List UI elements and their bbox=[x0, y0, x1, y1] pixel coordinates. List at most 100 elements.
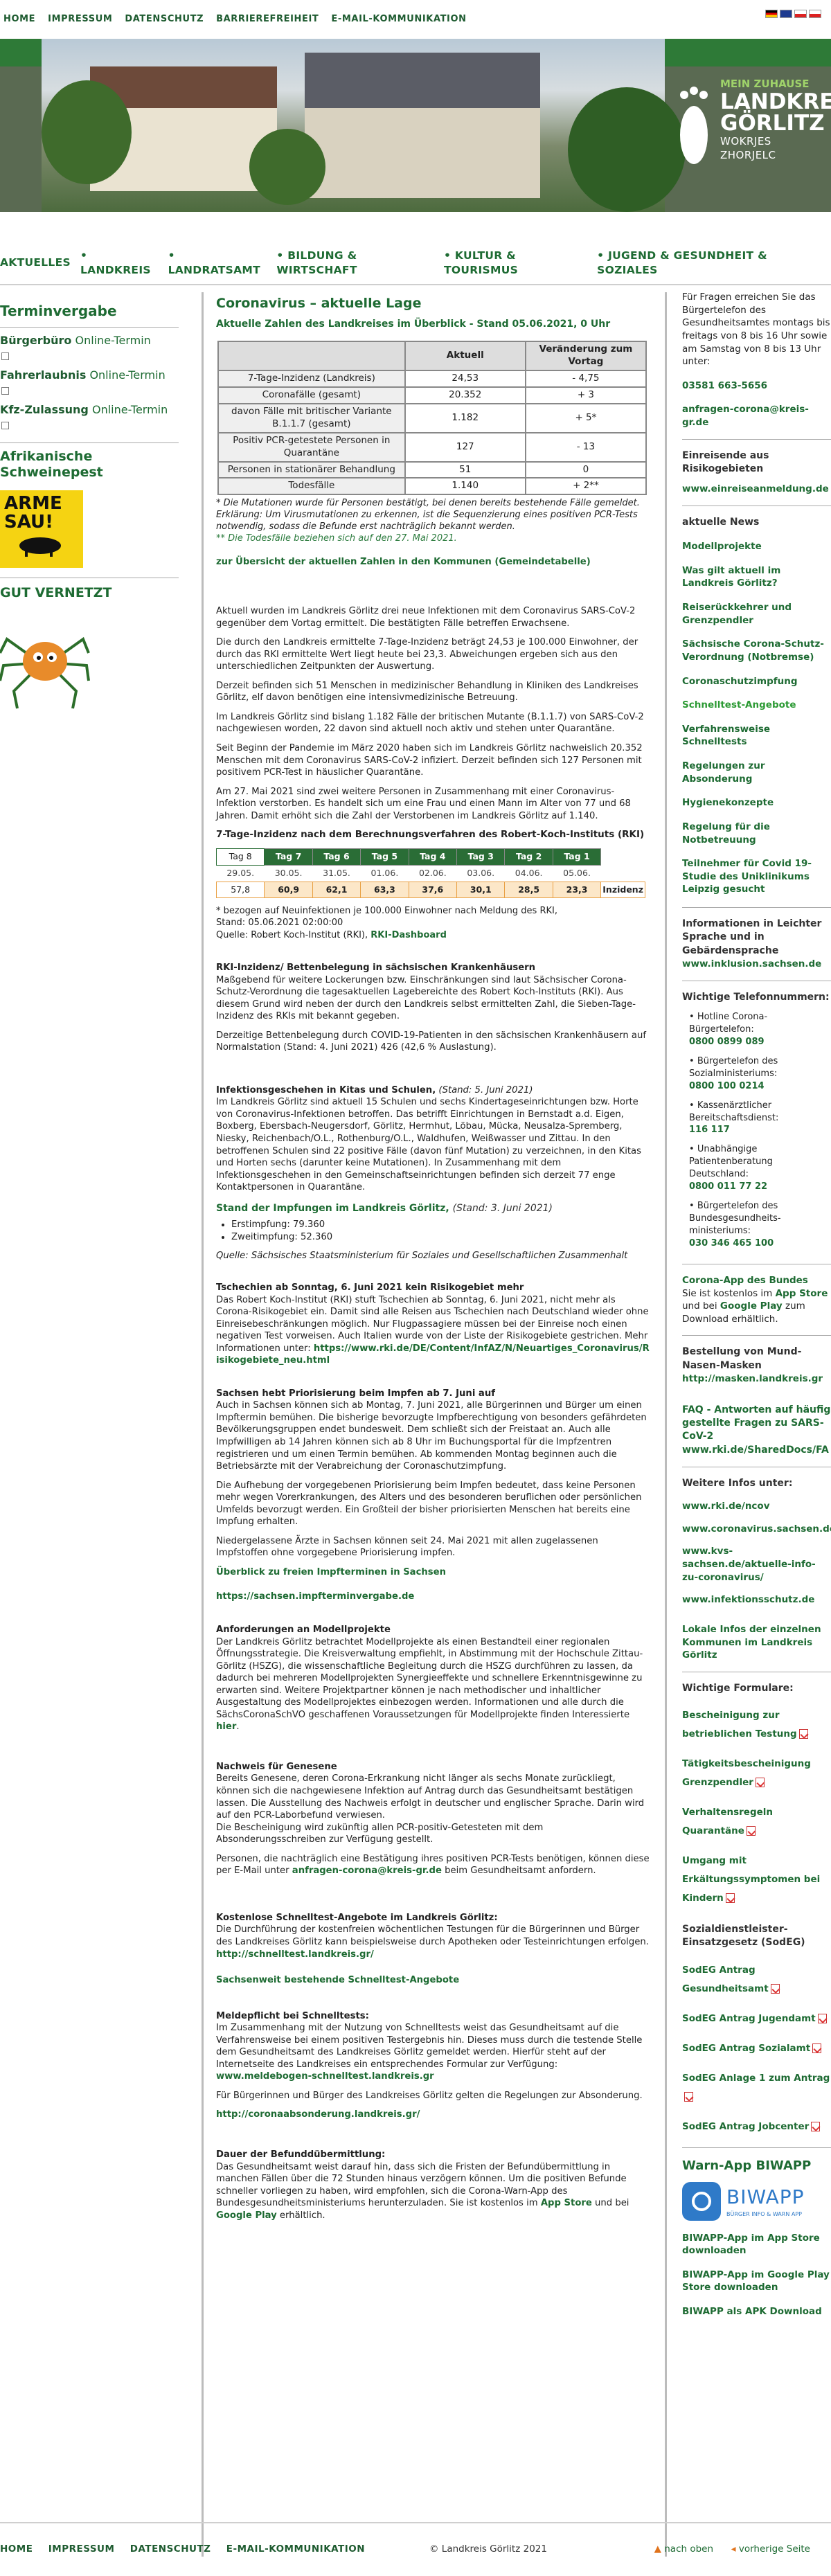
terminvergabe-title: Terminvergabe bbox=[0, 303, 117, 319]
nav-aktuelles[interactable]: AKTUELLES bbox=[0, 256, 71, 270]
corona-email-link[interactable]: anfragen-corona@kreis-gr.de bbox=[682, 403, 831, 429]
top-link-home[interactable]: HOME bbox=[3, 13, 35, 26]
top-link-datenschutz[interactable]: DATENSCHUTZ bbox=[125, 13, 204, 26]
meldebogen-link[interactable]: www.meldebogen-schnelltest.landkreis.gr bbox=[216, 2070, 651, 2083]
form-link[interactable]: SodEG Antrag Jobcenter bbox=[682, 2118, 831, 2136]
external-link-icon bbox=[1, 421, 9, 429]
sodeg-heading: Sozialdienstleister-Einsatzgesetz (SodEG… bbox=[682, 1924, 805, 1949]
top-link-email[interactable]: E-MAIL-KOMMUNIKATION bbox=[331, 13, 466, 26]
form-link[interactable]: SodEG Antrag Gesundheitsamt bbox=[682, 1961, 831, 1998]
news-item-active[interactable]: Schnelltest-Angebote bbox=[682, 699, 831, 712]
news-item[interactable]: Hygienekonzepte bbox=[682, 796, 831, 810]
absonderung-link[interactable]: http://coronaabsonderung.landkreis.gr/ bbox=[216, 2109, 651, 2121]
news-item[interactable]: Modellprojekte bbox=[682, 540, 831, 553]
top-link-impressum[interactable]: IMPRESSUM bbox=[48, 13, 112, 26]
impftermine-link[interactable]: Überblick zu freien Impfterminen in Sach… bbox=[216, 1566, 651, 1579]
text-paragraph: Aktuell wurden im Landkreis Görlitz drei… bbox=[216, 606, 636, 629]
nav-landkreis[interactable]: • LANDKREIS bbox=[80, 249, 159, 278]
corona-email-link[interactable]: anfragen-corona@kreis-gr.de bbox=[292, 1866, 442, 1876]
inklusion-link[interactable]: www.inklusion.sachsen.de bbox=[682, 958, 831, 971]
footer: HOME IMPRESSUM DATENSCHUTZ E-MAIL-KOMMUN… bbox=[0, 2522, 831, 2564]
news-item[interactable]: Regelungen zur Absonderung bbox=[682, 760, 831, 785]
modellprojekte-hier-link[interactable]: hier bbox=[216, 1721, 236, 1732]
footer-link-home[interactable]: HOME bbox=[0, 2543, 33, 2555]
biwapp-link[interactable]: BIWAPP-App im App Store downloaden bbox=[682, 2232, 831, 2257]
text-paragraph: Seit Beginn der Pandemie im März 2020 ha… bbox=[216, 743, 643, 778]
faq-link[interactable]: FAQ - Antworten auf häufig gestellte Fra… bbox=[682, 1404, 831, 1457]
footer-link-impressum[interactable]: IMPRESSUM bbox=[48, 2543, 115, 2555]
back-to-top-link[interactable]: ▲ nach oben bbox=[654, 2543, 713, 2555]
biwapp-logo[interactable]: BIWAPP BÜRGER INFO & WARN APP bbox=[682, 2181, 831, 2221]
gemeindetabelle-link[interactable]: zur Übersicht der aktuellen Zahlen in de… bbox=[216, 556, 651, 569]
arme-sau-image[interactable]: ARME SAU! bbox=[0, 490, 83, 568]
text-paragraph: Im Landkreis Görlitz sind aktuell 15 Sch… bbox=[216, 1097, 641, 1193]
info-link[interactable]: www.rki.de/ncov bbox=[682, 1500, 831, 1513]
warn-app-heading: Warn-App BIWAPP bbox=[682, 2158, 812, 2173]
app-store-link[interactable]: App Store bbox=[541, 2198, 592, 2208]
flag-pl-icon[interactable] bbox=[794, 10, 807, 18]
nav-bildung[interactable]: • BILDUNG & WIRTSCHAFT bbox=[276, 249, 434, 278]
news-item[interactable]: Verfahrensweise Schnelltests bbox=[682, 723, 831, 749]
app-store-link[interactable]: App Store bbox=[776, 1288, 828, 1299]
news-item[interactable]: Reiserückkehrer und Grenzpendler bbox=[682, 601, 831, 627]
news-item[interactable]: Regelung für die Notbetreuung bbox=[682, 821, 831, 846]
form-link[interactable]: Tätigkeitsbescheinigung Grenzpendler bbox=[682, 1755, 831, 1792]
form-link[interactable]: Bescheinigung zur betrieblichen Testung bbox=[682, 1706, 831, 1744]
column-divider bbox=[202, 292, 204, 2557]
masks-link[interactable]: http://masken.landkreis.gr bbox=[682, 1372, 831, 1386]
flag-cz-icon[interactable] bbox=[809, 10, 821, 18]
phone-entry: • Bürgertelefon des Sozialministeriums: 0… bbox=[689, 1055, 778, 1091]
google-play-link[interactable]: Google Play bbox=[216, 2210, 277, 2221]
schnelltest-url[interactable]: http://schnelltest.landkreis.gr/ bbox=[216, 1949, 651, 1961]
table-row: davon Fälle mit britischer Variante B.1.… bbox=[217, 402, 647, 433]
phone-entry: • Kassenärztlicher Bereitschaftsdienst: 1… bbox=[689, 1100, 779, 1136]
info-link[interactable]: www.infektionsschutz.de bbox=[682, 1593, 831, 1607]
previous-page-link[interactable]: ◂ vorherige Seite bbox=[731, 2543, 810, 2555]
impfterminvergabe-url[interactable]: https://sachsen.impfterminvergabe.de bbox=[216, 1591, 651, 1603]
rki-dashboard-link[interactable]: RKI-Dashboard bbox=[370, 930, 447, 940]
section-heading: Stand der Impfungen im Landkreis Görlitz… bbox=[216, 1202, 449, 1214]
einreise-link[interactable]: www.einreiseanmeldung.de bbox=[682, 483, 831, 496]
buergerbuero-link[interactable]: Bürgerbüro Online-Termin bbox=[0, 333, 179, 364]
rki-incidence-table: Tag 8 Tag 7 Tag 6 Tag 5 Tag 4 Tag 3 Tag 2 Tag 1… bbox=[215, 848, 645, 899]
form-link[interactable]: Umgang mit Erkältungssymptomen bei Kinde… bbox=[682, 1852, 831, 1908]
weitere-infos-heading: Weitere Infos unter: bbox=[682, 1477, 793, 1489]
news-item[interactable]: Was gilt aktuell im Landkreis Görlitz? bbox=[682, 564, 831, 590]
news-item[interactable]: Sächsische Corona-Schutz-Verordnung (Not… bbox=[682, 638, 831, 663]
news-item[interactable]: Coronaschutzimpfung bbox=[682, 675, 831, 688]
table-row: Todesfälle 1.140 + 2** bbox=[217, 477, 647, 496]
fahrerlaubnis-link[interactable]: Fahrerlaubnis Online-Termin bbox=[0, 368, 179, 398]
info-link[interactable]: www.kvs-sachsen.de/aktuelle-info-zu-coro… bbox=[682, 1545, 831, 1584]
kfz-link[interactable]: Kfz-Zulassung Online-Termin bbox=[0, 402, 179, 433]
list-item: Erstimpfung: 79.360 bbox=[231, 1219, 651, 1231]
flag-de-icon[interactable] bbox=[765, 10, 778, 18]
news-item[interactable]: Teilnehmer für Covid 19-Studie des Unikl… bbox=[682, 857, 831, 896]
biwapp-link[interactable]: BIWAPP als APK Download bbox=[682, 2305, 831, 2318]
hotline-number[interactable]: 03581 663-5656 bbox=[682, 379, 831, 393]
biwapp-link[interactable]: BIWAPP-App im Google Play Store download… bbox=[682, 2269, 831, 2294]
nav-jugend[interactable]: • JUGEND & GESUNDHEIT & SOZIALES bbox=[597, 249, 821, 278]
top-link-barrierefreiheit[interactable]: BARRIEREFREIHEIT bbox=[216, 13, 319, 26]
footer-link-email[interactable]: E-MAIL-KOMMUNIKATION bbox=[226, 2543, 365, 2555]
table-footnote: * Die Mutationen wurde für Personen best… bbox=[216, 498, 640, 532]
news-heading: aktuelle News bbox=[682, 516, 760, 528]
text-paragraph: Niedergelassene Ärzte in Sachsen können … bbox=[216, 1535, 598, 1559]
footer-link-datenschutz[interactable]: DATENSCHUTZ bbox=[130, 2543, 211, 2555]
footer-links: HOME IMPRESSUM DATENSCHUTZ E-MAIL-KOMMUN… bbox=[0, 2543, 377, 2556]
text-paragraph: Die Durchführung der kostenfreien wöchen… bbox=[216, 1924, 649, 1947]
spider-mascot-icon[interactable] bbox=[0, 611, 90, 715]
form-link[interactable]: SodEG Antrag Sozialamt bbox=[682, 2039, 831, 2058]
site-logo[interactable]: MEIN ZUHAUSE LANDKREIS GÖRLITZ WOKRJES Z… bbox=[672, 77, 831, 174]
form-link[interactable]: SodEG Anlage 1 zum Antrag bbox=[682, 2069, 831, 2107]
nav-landratsamt[interactable]: • LANDRATSAMT bbox=[168, 249, 267, 278]
lokale-infos-link[interactable]: Lokale Infos der einzelnen Kommunen im L… bbox=[682, 1623, 831, 1662]
form-link[interactable]: SodEG Antrag Jugendamt bbox=[682, 2010, 831, 2028]
flag-gb-icon[interactable] bbox=[780, 10, 792, 18]
rki-heading: 7-Tage-Inzidenz nach dem Berechnungsverf… bbox=[216, 829, 645, 841]
google-play-link[interactable]: Google Play bbox=[720, 1300, 783, 1312]
info-link[interactable]: www.coronavirus.sachsen.de bbox=[682, 1523, 831, 1536]
text-paragraph: Der Landkreis Görlitz betrachtet Modellp… bbox=[216, 1636, 643, 1733]
nav-kultur[interactable]: • KULTUR & TOURISMUS bbox=[444, 249, 587, 278]
form-link[interactable]: Verhaltensregeln Quarantäne bbox=[682, 1803, 831, 1841]
sachsen-schnelltest-link[interactable]: Sachsenweit bestehende Schnelltest-Angeb… bbox=[216, 1974, 651, 1987]
